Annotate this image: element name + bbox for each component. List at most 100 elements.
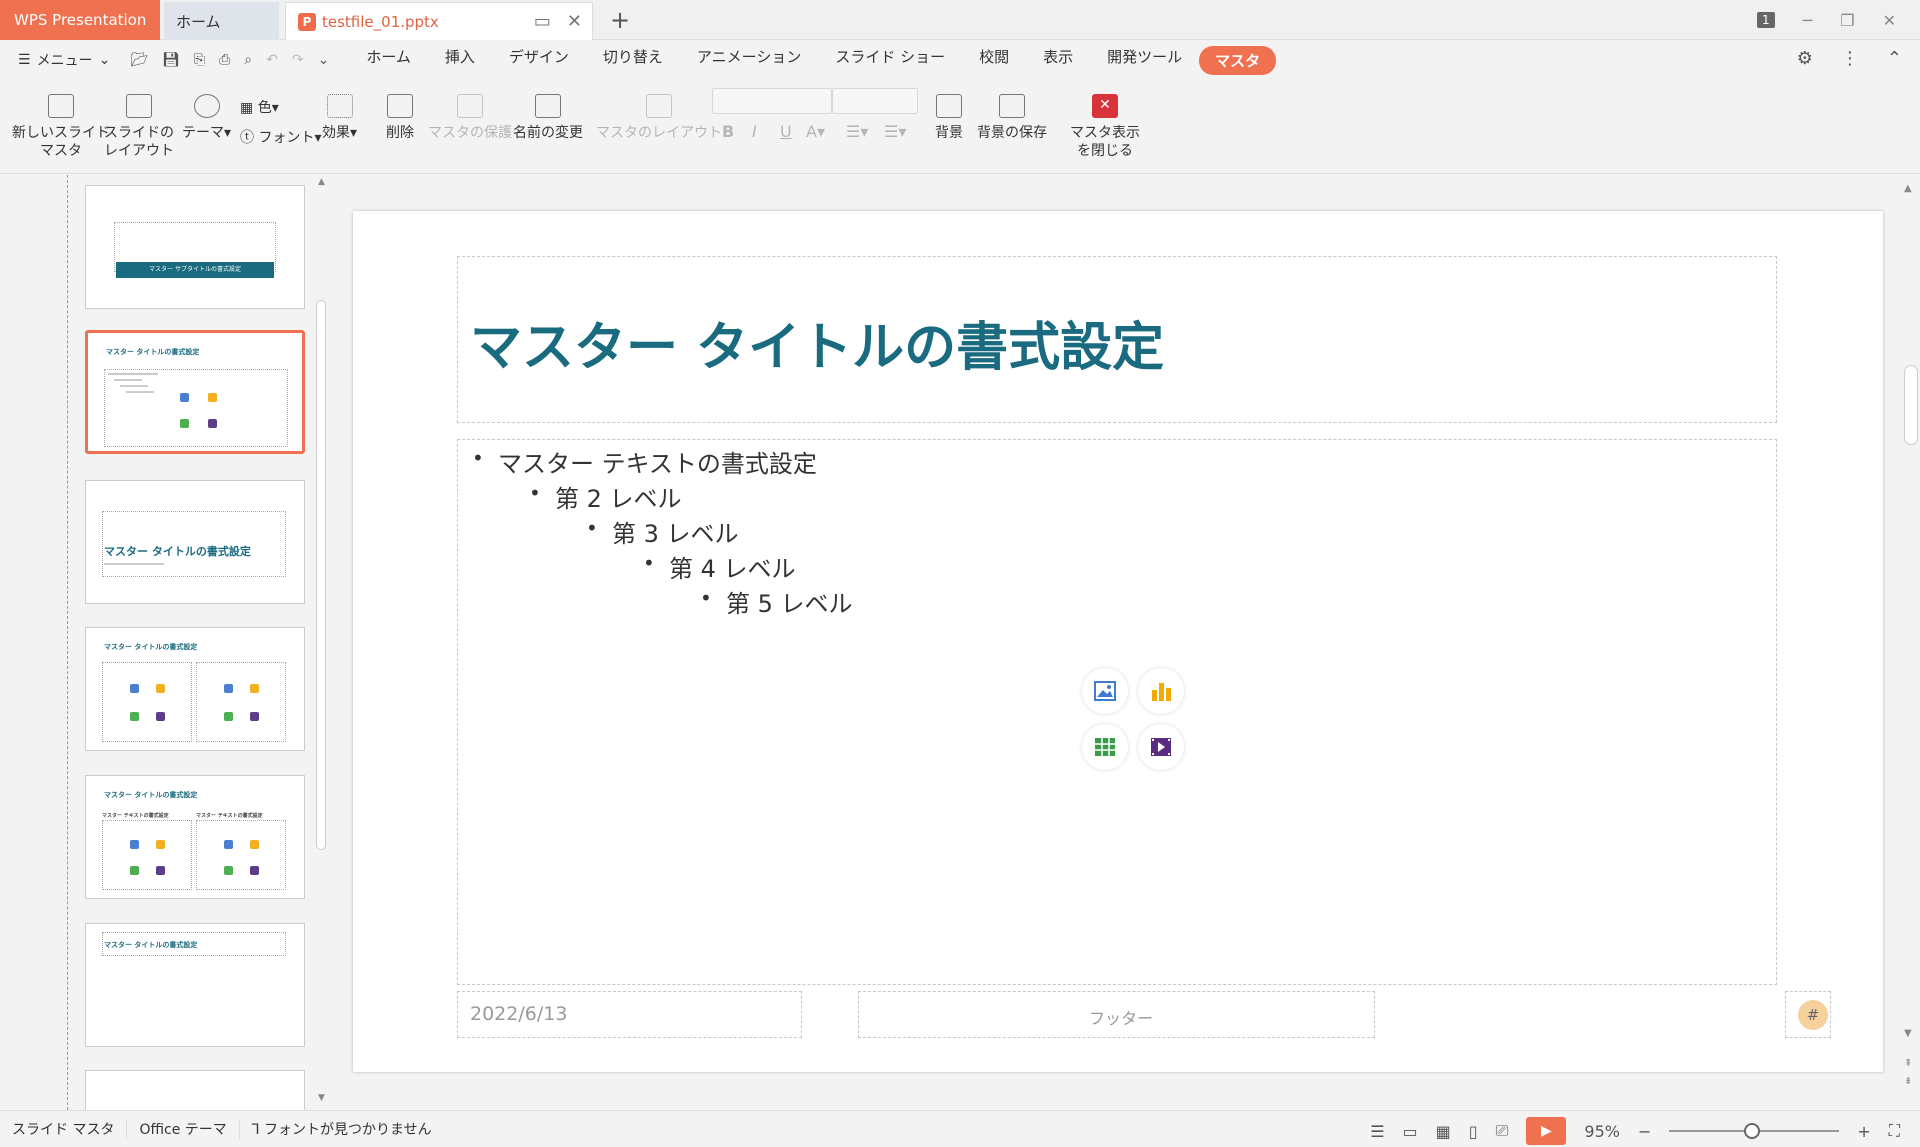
font-color-icon[interactable]: A▾ [806,122,825,141]
fit-window-icon[interactable]: ⛶ [1889,1121,1900,1141]
new-tab-button[interactable]: + [610,6,630,34]
bullet-level-5: 第 5 レベル [700,584,852,619]
zoom-out-icon[interactable]: − [1638,1122,1651,1141]
slide-layout-button[interactable]: スライドの レイアウト [104,94,174,160]
insert-table-icon[interactable] [1082,724,1128,770]
redo-icon[interactable]: ↷ [292,52,304,68]
thumbnail-comparison[interactable]: マスター タイトルの書式設定 マスター テキストの書式設定 マスター テキストの… [85,775,305,899]
font-warning[interactable]: Ꞁ フォントが見つかりません [240,1119,444,1139]
normal-view-icon[interactable]: ▭ [1403,1122,1418,1141]
thumbnail-title-slide[interactable]: マスター サブタイトルの書式設定 [85,185,305,309]
zoom-in-icon[interactable]: + [1857,1122,1870,1141]
save-icon[interactable]: 💾︎ [162,52,180,68]
numbering-icon[interactable]: ☰▾ [884,122,906,141]
menu-button[interactable]: ☰ メニュー ⌄ [18,50,110,70]
insert-picture-icon[interactable] [1082,668,1128,714]
scroll-up-icon[interactable]: ▲ [1904,183,1912,194]
tab-design[interactable]: デザイン [492,46,586,75]
camera-icon[interactable]: ⎚ [1496,1121,1509,1141]
slide-sorter-icon[interactable]: ▦ [1436,1122,1451,1141]
insert-video-icon[interactable] [1138,724,1184,770]
tab-home[interactable]: ホーム [164,2,279,40]
scroll-down-icon[interactable]: ▼ [318,1093,325,1103]
restore-icon[interactable]: ❐ [1840,11,1854,30]
tab-slideshow[interactable]: スライド ショー [818,46,962,75]
new-slide-master-button[interactable]: 新しいスライド マスタ [12,94,110,160]
reading-view-icon[interactable]: ▯ [1469,1122,1478,1141]
protect-master-button[interactable]: マスタの保護 [428,94,512,142]
thumbnail-title-only[interactable]: マスター タイトルの書式設定 [85,923,305,1047]
tab-insert[interactable]: 挿入 [428,46,492,75]
window-count-badge[interactable]: 1 [1756,12,1775,28]
zoom-slider[interactable] [1669,1123,1840,1139]
monitor-icon[interactable]: ▭ [534,11,551,32]
chart-icon [208,393,217,402]
save-background-button[interactable]: 背景の保存 [977,94,1047,142]
slide-number: # [1798,1000,1828,1030]
thumbnail-two-content[interactable]: マスター タイトルの書式設定 [85,627,305,751]
collapse-ribbon-icon[interactable]: ⌃ [1887,48,1902,69]
thumbnail-scrollbar[interactable] [316,300,326,850]
italic-icon[interactable]: I [752,122,757,141]
zoom-level[interactable]: 95% [1584,1122,1620,1141]
title-placeholder[interactable]: マスター タイトルの書式設定 [457,256,1777,423]
bold-icon[interactable]: B [722,122,734,141]
open-icon[interactable]: 📂︎ [130,52,148,68]
theme-button[interactable]: テーマ▾ [182,94,231,142]
tab-transitions[interactable]: 切り替え [586,46,680,75]
slide-number-placeholder[interactable]: # [1785,991,1831,1038]
rename-button[interactable]: 名前の変更 [513,94,583,142]
close-master-view-button[interactable]: ✕ マスタ表示 を閉じる [1070,94,1140,160]
notes-icon[interactable]: ☰ [1370,1122,1384,1141]
scroll-down-icon[interactable]: ▼ [1904,1028,1912,1039]
status-theme[interactable]: Office テーマ [127,1119,240,1139]
footer-placeholder[interactable]: フッター [858,991,1375,1038]
font-size-select[interactable] [832,88,918,114]
background-button[interactable]: 背景 [935,94,963,142]
play-slideshow-button[interactable]: ▶ [1526,1117,1567,1145]
thumbnail-title-content[interactable]: マスター タイトルの書式設定 [85,330,305,454]
print-icon[interactable]: ⎙ [219,52,230,68]
thumb-title: マスター タイトルの書式設定 [104,941,198,949]
minimize-icon[interactable]: ─ [1803,11,1813,30]
thumbnail-section-header[interactable]: マスター タイトルの書式設定 [85,480,305,604]
layout-icon [126,94,152,118]
thumb-placeholder [196,662,286,742]
date-placeholder[interactable]: 2022/6/13 [457,991,802,1038]
master-layout-button[interactable]: マスタのレイアウト [596,94,722,142]
delete-button[interactable]: 削除 [386,94,414,142]
next-slide-icon[interactable]: ⇟ [1904,1076,1912,1087]
print-preview-icon[interactable]: ⌕ [244,52,252,68]
font-button[interactable]: ⓣ フォント▾ [240,127,321,147]
thumbnail-blank[interactable] [85,1070,305,1110]
underline-icon[interactable]: U [780,122,792,141]
tab-home-ribbon[interactable]: ホーム [349,46,428,75]
customize-icon[interactable]: ⌄ [318,52,330,68]
content-placeholder[interactable]: マスター テキストの書式設定 第 2 レベル 第 3 レベル 第 4 レベル 第… [457,439,1777,985]
effect-button[interactable]: 効果▾ [322,94,357,142]
insert-chart-icon[interactable] [1138,668,1184,714]
tab-master[interactable]: マスタ [1199,45,1277,75]
tab-review[interactable]: 校閲 [962,46,1026,75]
menu-label: メニュー [36,53,93,69]
tab-file[interactable]: P testfile_01.pptx ▭ ✕ [285,2,593,40]
master-hierarchy-line [67,175,68,1110]
prev-slide-icon[interactable]: ⇞ [1904,1058,1912,1069]
tab-animation[interactable]: アニメーション [680,46,818,75]
thumb-title: マスター タイトルの書式設定 [106,348,200,356]
color-button[interactable]: ▦ 色▾ [240,97,279,117]
close-icon[interactable]: ✕ [567,11,582,32]
font-name-select[interactable] [712,88,832,114]
more-icon[interactable]: ⋮ [1841,48,1859,69]
zoom-slider-knob[interactable] [1744,1123,1761,1139]
gear-icon[interactable]: ⚙ [1797,48,1813,69]
bullets-icon[interactable]: ☰▾ [846,122,868,141]
format-painter-icon[interactable]: ⎘ [194,52,205,68]
tab-view[interactable]: 表示 [1026,46,1090,75]
tab-wps-presentation[interactable]: WPS Presentation [0,0,160,40]
scroll-up-icon[interactable]: ▲ [318,177,325,187]
undo-icon[interactable]: ↶ [266,52,278,68]
close-window-icon[interactable]: ✕ [1883,11,1896,30]
tab-developer[interactable]: 開発ツール [1090,46,1199,75]
canvas-scrollbar[interactable] [1904,365,1918,445]
